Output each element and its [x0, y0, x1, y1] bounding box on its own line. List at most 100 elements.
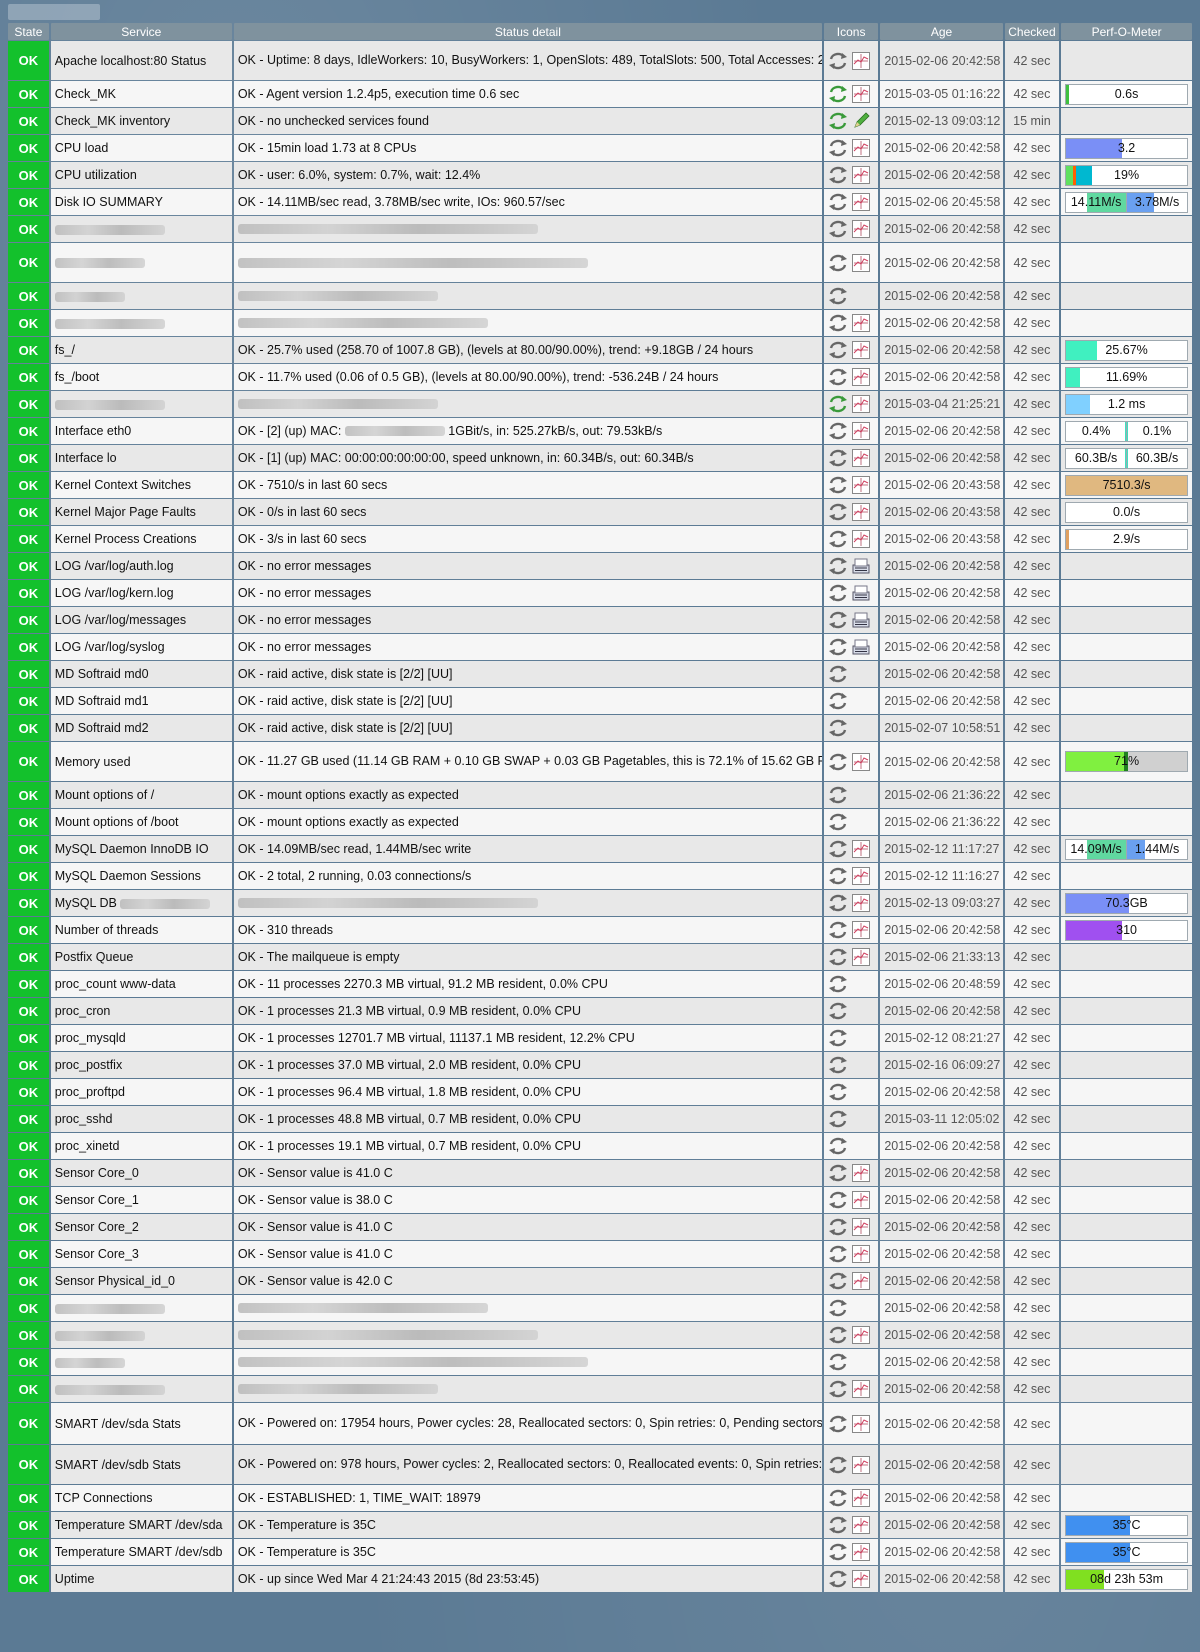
pnp-graph-icon[interactable] [851, 165, 871, 185]
reschedule-icon[interactable] [828, 1082, 848, 1102]
pnp-graph-icon[interactable] [851, 1271, 871, 1291]
pnp-graph-icon[interactable] [851, 947, 871, 967]
log-icon[interactable] [851, 610, 871, 630]
perf-o-meter[interactable]: 71% [1065, 751, 1188, 772]
table-row[interactable]: OK Temperature SMART /dev/sda OK - Tempera… [8, 1512, 1192, 1538]
table-row[interactable]: OK proc_count www-data OK - 11 processes 2… [8, 971, 1192, 997]
perf-o-meter[interactable]: 14.11M/s 3.78M/s [1065, 191, 1188, 213]
perf-o-meter[interactable]: 310 [1065, 919, 1188, 941]
reschedule-icon[interactable] [828, 718, 848, 738]
table-row[interactable]: OK 2015-02-06 20:42:58 42 sec [8, 243, 1192, 282]
reschedule-icon[interactable] [828, 219, 848, 239]
table-row[interactable]: OK Mount options of / OK - mount options e… [8, 782, 1192, 808]
reschedule-icon[interactable] [828, 1136, 848, 1156]
table-row[interactable]: OK proc_postfix OK - 1 processes 37.0 MB v… [8, 1052, 1192, 1078]
reschedule-icon[interactable] [828, 556, 848, 576]
reschedule-icon[interactable] [828, 1352, 848, 1372]
service-name[interactable]: MD Softraid md2 [50, 715, 232, 741]
log-icon[interactable] [851, 556, 871, 576]
service-name[interactable]: Disk IO SUMMARY [50, 189, 232, 215]
service-name[interactable] [50, 391, 232, 417]
perf-o-meter[interactable]: 1.2 ms [1065, 393, 1188, 415]
table-row[interactable]: OK 2015-02-06 20:42:58 42 sec [8, 310, 1192, 336]
perf-o-meter[interactable]: 3.2 [1065, 137, 1188, 159]
reschedule-green-icon[interactable] [828, 394, 848, 414]
service-name[interactable] [50, 1376, 232, 1402]
reschedule-icon[interactable] [828, 529, 848, 549]
pnp-graph-icon[interactable] [851, 1244, 871, 1264]
table-row[interactable]: OK Disk IO SUMMARY OK - 14.11MB/sec read, … [8, 189, 1192, 215]
service-name[interactable]: MD Softraid md1 [50, 688, 232, 714]
table-row[interactable]: OK proc_proftpd OK - 1 processes 96.4 MB v… [8, 1079, 1192, 1105]
reschedule-icon[interactable] [828, 1244, 848, 1264]
table-row[interactable]: OK proc_mysqld OK - 1 processes 12701.7 MB… [8, 1025, 1192, 1051]
pnp-graph-icon[interactable] [851, 920, 871, 940]
service-name[interactable]: proc_mysqld [50, 1025, 232, 1051]
pnp-graph-icon[interactable] [851, 340, 871, 360]
service-name[interactable] [50, 310, 232, 336]
reschedule-icon[interactable] [828, 286, 848, 306]
reschedule-icon[interactable] [828, 253, 848, 273]
reschedule-icon[interactable] [828, 1109, 848, 1129]
service-name[interactable]: Sensor Core_3 [50, 1241, 232, 1267]
column-header-age[interactable]: Age [880, 23, 1003, 40]
table-row[interactable]: OK Kernel Major Page Faults OK - 0/s in la… [8, 499, 1192, 525]
pnp-graph-icon[interactable] [851, 1217, 871, 1237]
reschedule-icon[interactable] [828, 340, 848, 360]
service-name[interactable]: Mount options of /boot [50, 809, 232, 835]
pnp-graph-icon[interactable] [851, 1488, 871, 1508]
table-row[interactable]: OK Check_MK inventory OK - no unchecked se… [8, 108, 1192, 134]
reschedule-icon[interactable] [828, 138, 848, 158]
pnp-graph-icon[interactable] [851, 529, 871, 549]
service-name[interactable]: Sensor Core_1 [50, 1187, 232, 1213]
pnp-graph-icon[interactable] [851, 84, 871, 104]
service-name[interactable] [50, 243, 232, 282]
service-name[interactable]: Uptime [50, 1566, 232, 1592]
service-name[interactable]: Sensor Core_2 [50, 1214, 232, 1240]
pnp-graph-icon[interactable] [851, 1515, 871, 1535]
perf-o-meter[interactable]: 25.67% [1065, 339, 1188, 361]
reschedule-icon[interactable] [828, 192, 848, 212]
reschedule-icon[interactable] [828, 664, 848, 684]
table-row[interactable]: OK 2015-02-06 20:42:58 42 sec [8, 216, 1192, 242]
pnp-graph-icon[interactable] [851, 219, 871, 239]
table-row[interactable]: OK MD Softraid md2 OK - raid active, disk … [8, 715, 1192, 741]
reschedule-icon[interactable] [828, 1055, 848, 1075]
service-name[interactable]: CPU load [50, 135, 232, 161]
perf-o-meter[interactable]: 35°C [1065, 1541, 1188, 1563]
service-name[interactable]: fs_/boot [50, 364, 232, 390]
service-name[interactable]: proc_proftpd [50, 1079, 232, 1105]
reschedule-icon[interactable] [828, 893, 848, 913]
service-name[interactable]: Kernel Context Switches [50, 472, 232, 498]
service-name[interactable]: SMART /dev/sdb Stats [50, 1445, 232, 1484]
table-row[interactable]: OK fs_/ OK - 25.7% used (258.70 of 1007.8 … [8, 337, 1192, 363]
service-name[interactable] [50, 1349, 232, 1375]
pnp-graph-icon[interactable] [851, 866, 871, 886]
reschedule-icon[interactable] [828, 785, 848, 805]
service-name[interactable]: Memory used [50, 742, 232, 781]
service-name[interactable]: Temperature SMART /dev/sda [50, 1512, 232, 1538]
service-name[interactable] [50, 1322, 232, 1348]
column-header-state[interactable]: State [8, 23, 49, 40]
table-row[interactable]: OK MD Softraid md1 OK - raid active, disk … [8, 688, 1192, 714]
service-name[interactable]: Postfix Queue [50, 944, 232, 970]
pnp-graph-icon[interactable] [851, 893, 871, 913]
pnp-graph-icon[interactable] [851, 367, 871, 387]
reschedule-icon[interactable] [828, 1001, 848, 1021]
pnp-graph-icon[interactable] [851, 138, 871, 158]
table-row[interactable]: OK Interface eth0 OK - [2] (up) MAC: 1GBit… [8, 418, 1192, 444]
table-row[interactable]: OK LOG /var/log/messages OK - no error mes… [8, 607, 1192, 633]
service-name[interactable]: proc_count www-data [50, 971, 232, 997]
pnp-graph-icon[interactable] [851, 1569, 871, 1589]
reschedule-icon[interactable] [828, 51, 848, 71]
column-header-service[interactable]: Service [50, 23, 232, 40]
service-name[interactable]: Check_MK [50, 81, 232, 107]
table-row[interactable]: OK Sensor Core_1 OK - Sensor value is 38.0… [8, 1187, 1192, 1213]
perf-o-meter[interactable]: 2.9/s [1065, 528, 1188, 550]
reschedule-icon[interactable] [828, 313, 848, 333]
service-name[interactable]: CPU utilization [50, 162, 232, 188]
reschedule-icon[interactable] [828, 1455, 848, 1475]
table-row[interactable]: OK 2015-02-06 20:42:58 42 sec [8, 1349, 1192, 1375]
table-row[interactable]: OK MySQL Daemon InnoDB IO OK - 14.09MB/sec… [8, 836, 1192, 862]
service-name[interactable]: TCP Connections [50, 1485, 232, 1511]
